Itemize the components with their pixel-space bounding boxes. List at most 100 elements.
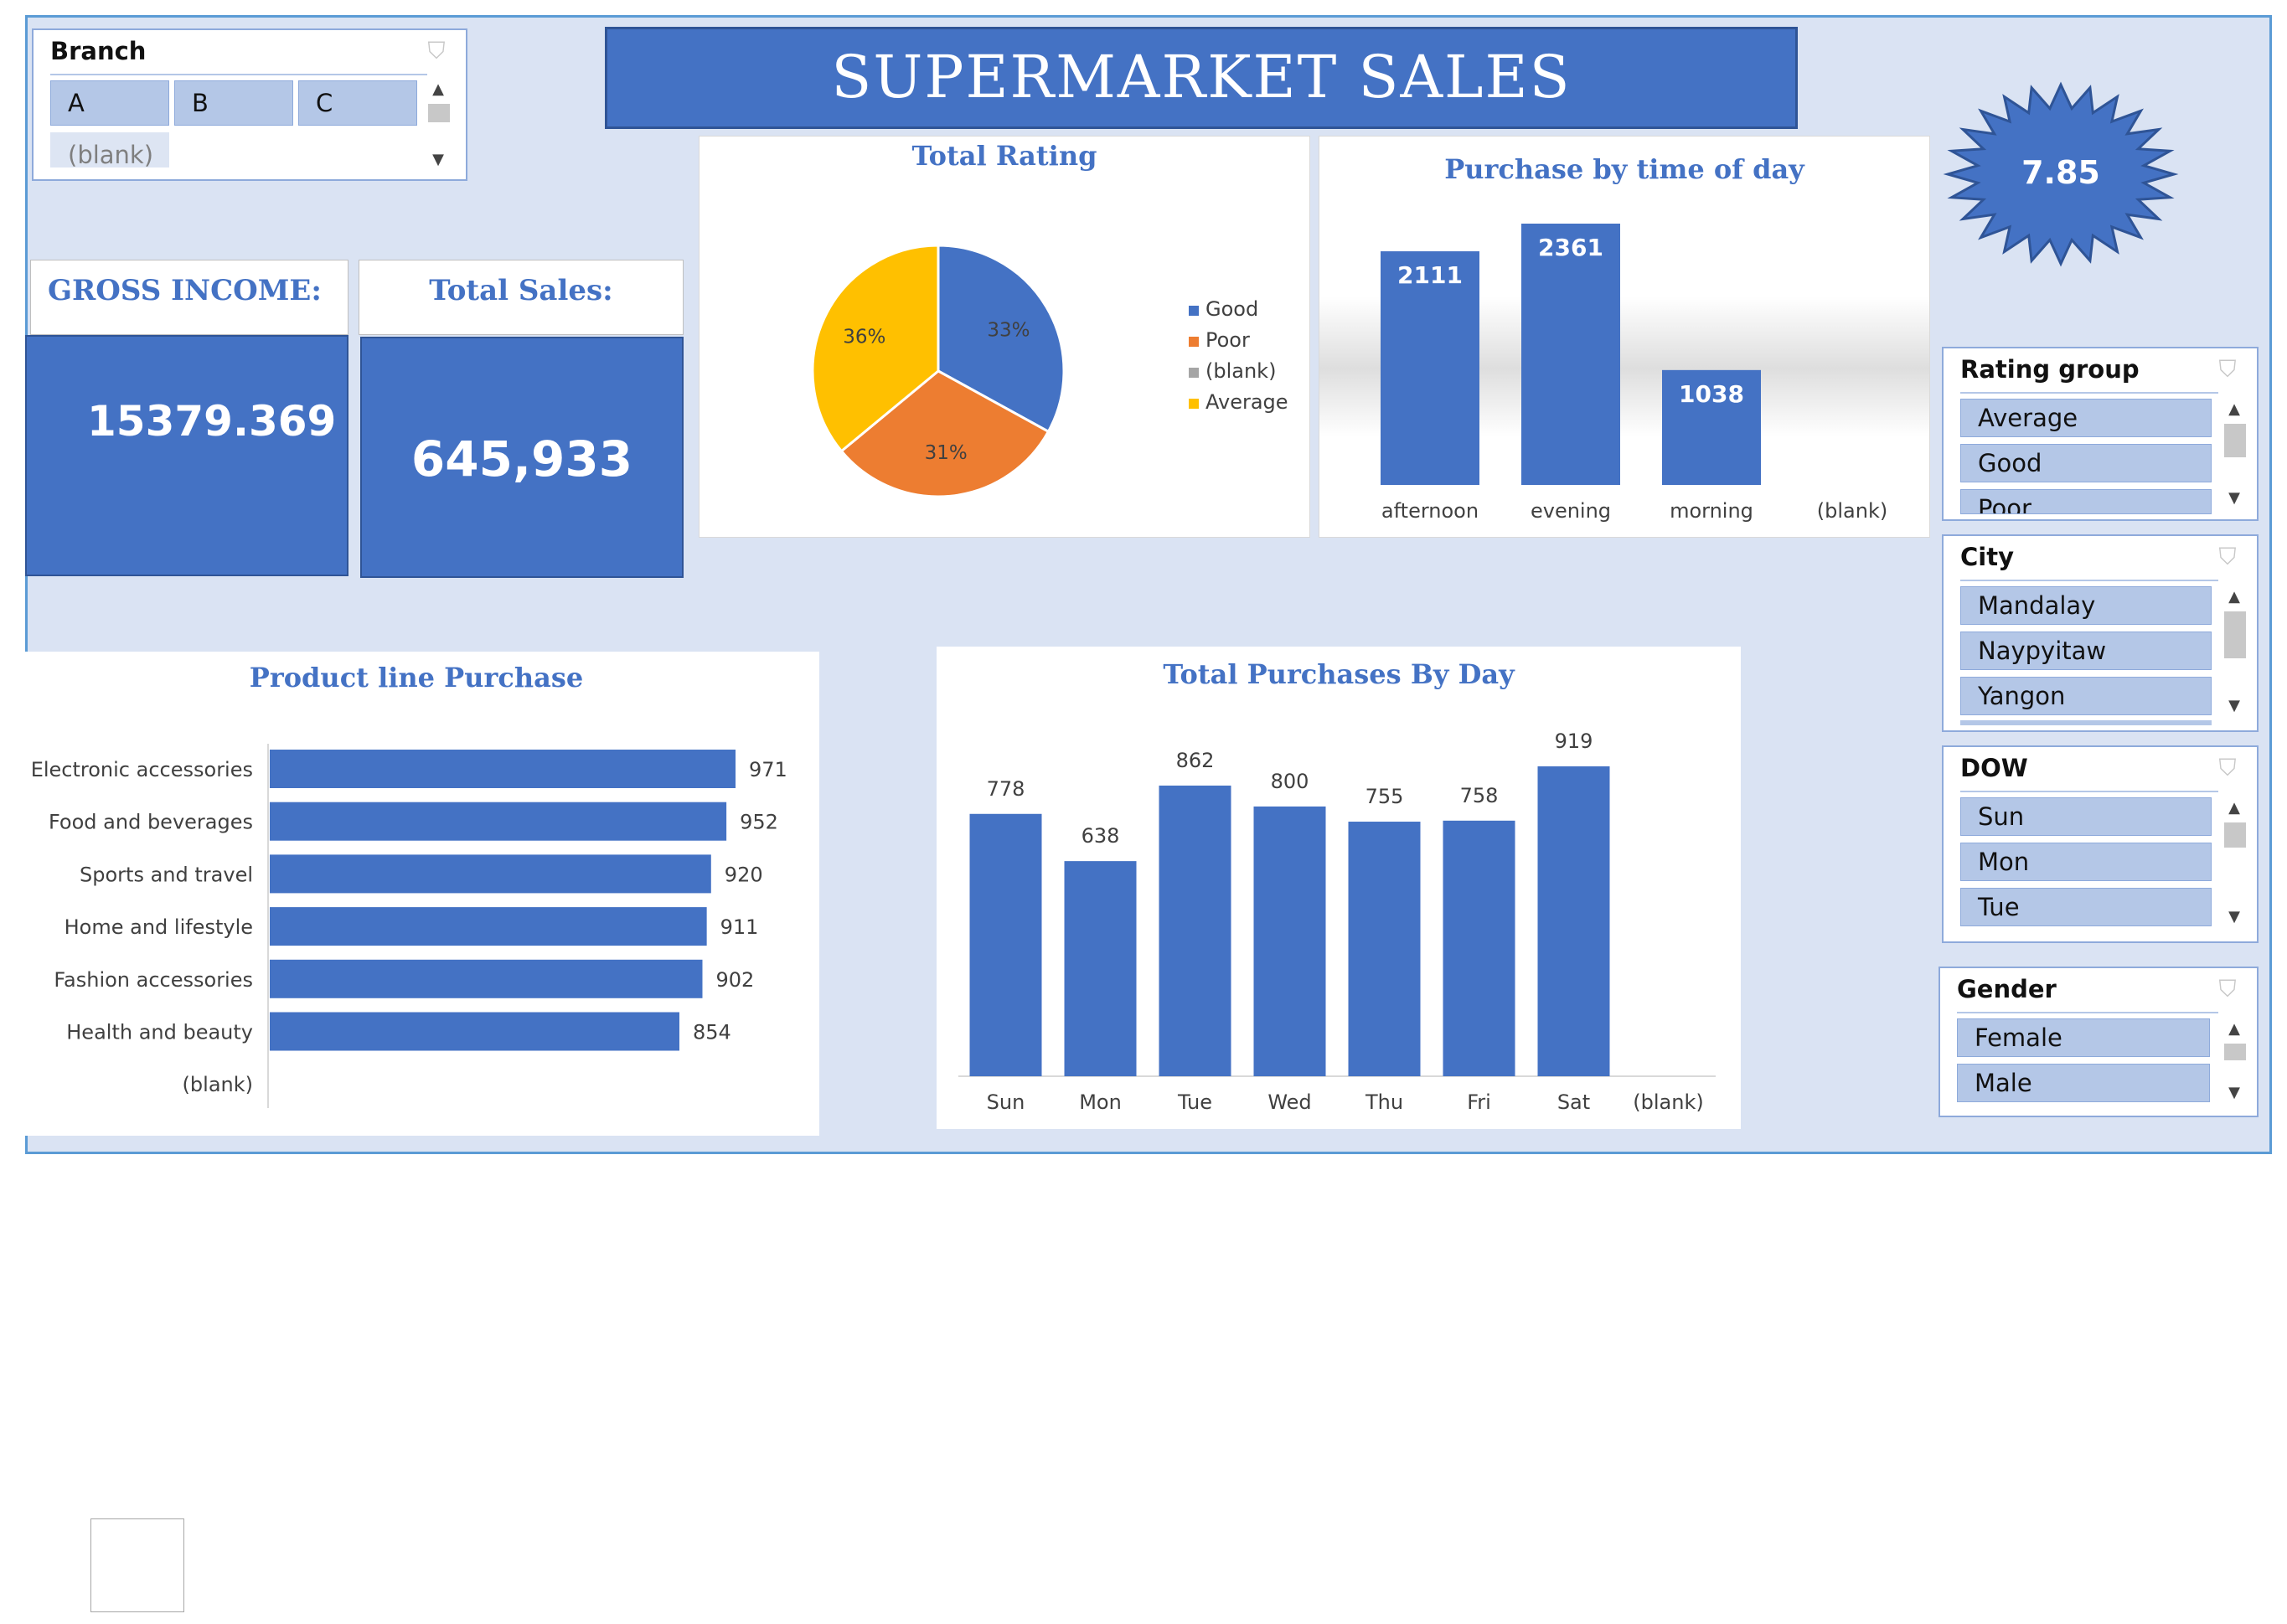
legend-swatch (1189, 399, 1199, 409)
category-label: Wed (1267, 1090, 1311, 1114)
bar (270, 1012, 680, 1051)
gross-income-label-card: GROSS INCOME: (30, 260, 348, 335)
total-sales-value: 645,933 (410, 430, 633, 487)
category-label: (blank) (1633, 1090, 1703, 1114)
data-label: 920 (725, 863, 763, 886)
bar (1348, 822, 1421, 1076)
slicer-item-sun[interactable]: Sun (1960, 797, 2212, 836)
scroll-down-icon[interactable]: ▼ (2222, 1082, 2247, 1104)
slicer-item-b[interactable]: B (174, 80, 293, 126)
bar (1253, 806, 1326, 1076)
legend-label: Poor (1205, 328, 1250, 352)
slicer-title: Branch (50, 37, 147, 65)
bar (270, 907, 707, 946)
category-label: Thu (1365, 1090, 1403, 1114)
slicer-title: Gender (1957, 975, 2057, 1003)
slicer-title: City (1960, 543, 2014, 571)
scroll-up-icon[interactable]: ▲ (426, 79, 451, 101)
total-sales-label: Total Sales: (429, 274, 613, 307)
data-label: 902 (715, 968, 754, 992)
legend-label: (blank) (1205, 359, 1276, 383)
slicer-item-mon[interactable]: Mon (1960, 843, 2212, 881)
data-label: 758 (1460, 784, 1499, 807)
slicer-title: DOW (1960, 754, 2028, 782)
legend-label: Good (1205, 297, 1258, 321)
slicer-item-poor[interactable]: Poor (1960, 489, 2212, 514)
data-label: 2361 (1538, 234, 1603, 261)
bar (969, 813, 1042, 1076)
data-label: 0 (1844, 455, 1860, 482)
pie-slice-label: 36% (843, 326, 885, 348)
total-rating-chart: Total Rating 33% 31% 36% Good Poor (blank) Ave… (699, 136, 1310, 538)
scroll-up-icon[interactable]: ▲ (2222, 586, 2247, 608)
clear-filter-icon[interactable]: ⛉ (2213, 543, 2242, 571)
scroll-down-icon[interactable]: ▼ (2222, 487, 2247, 509)
gender-slicer: Gender ⛉ Female Male ▲ ▼ (1939, 967, 2259, 1117)
slicer-item-a[interactable]: A (50, 80, 169, 126)
page-title: SUPERMARKET SALES (831, 43, 1572, 111)
category-label: Sun (987, 1090, 1025, 1114)
category-label: Tue (1177, 1090, 1212, 1114)
rating-group-slicer: Rating group ⛉ Average Good Poor ▲ ▼ (1942, 347, 2259, 521)
data-label: 800 (1271, 770, 1309, 793)
slicer-item-blank[interactable]: (blank) (50, 132, 169, 168)
clear-filter-icon[interactable]: ⛉ (2213, 975, 2242, 1003)
scroll-up-icon[interactable]: ▲ (2222, 797, 2247, 819)
bar (270, 959, 703, 998)
category-label: (blank) (1817, 499, 1887, 523)
data-label: 862 (1176, 749, 1215, 772)
category-label: evening (1531, 499, 1611, 523)
data-label: 971 (749, 758, 787, 781)
bar (270, 802, 727, 841)
gross-income-value: 15379.369 (87, 397, 337, 446)
category-label: Sat (1557, 1090, 1590, 1114)
category-label: afternoon (1381, 499, 1479, 523)
legend-swatch (1189, 306, 1199, 316)
category-label: Home and lifestyle (65, 915, 253, 939)
data-label: 2111 (1397, 261, 1463, 289)
slicer-item-c[interactable]: C (298, 80, 417, 126)
data-label: 755 (1365, 785, 1404, 808)
rating-badge-value: 7.85 (2021, 154, 2100, 191)
slicer-scrollbar[interactable]: ▲ ▼ (426, 79, 451, 173)
clear-filter-icon[interactable]: ⛉ (422, 37, 451, 65)
scroll-down-icon[interactable]: ▼ (426, 149, 451, 171)
slicer-item-good[interactable]: Good (1960, 444, 2212, 482)
category-label: Fri (1467, 1090, 1491, 1114)
slicer-item-mandalay[interactable]: Mandalay (1960, 586, 2212, 625)
category-label: morning (1670, 499, 1753, 523)
slicer-item-male[interactable]: Male (1957, 1064, 2210, 1102)
slicer-scrollbar[interactable]: ▲ ▼ (2222, 399, 2247, 516)
slicer-item-average[interactable]: Average (1960, 399, 2212, 437)
slicer-item-naypyitaw[interactable]: Naypyitaw (1960, 632, 2212, 670)
bar (270, 750, 736, 788)
bar (1064, 861, 1137, 1076)
slicer-item-tue[interactable]: Tue (1960, 888, 2212, 926)
scroll-down-icon[interactable]: ▼ (2222, 695, 2247, 717)
bar (1521, 224, 1620, 485)
time-of-day-chart: Purchase by time of day 2111 afternoon 236… (1319, 136, 1930, 538)
gross-income-card: 15379.369 (25, 335, 348, 576)
city-slicer: City ⛉ Mandalay Naypyitaw Yangon ▲ ▼ (1942, 534, 2259, 732)
slicer-item-female[interactable]: Female (1957, 1018, 2210, 1057)
scroll-down-icon[interactable]: ▼ (2222, 906, 2247, 928)
slicer-scrollbar[interactable]: ▲ ▼ (2222, 586, 2247, 720)
scroll-up-icon[interactable]: ▲ (2222, 399, 2247, 420)
category-label: Mon (1079, 1090, 1122, 1114)
category-label: (blank) (183, 1073, 253, 1096)
scroll-up-icon[interactable]: ▲ (2222, 1018, 2247, 1040)
clear-filter-icon[interactable]: ⛉ (2213, 355, 2242, 384)
slicer-scrollbar[interactable]: ▲ ▼ (2222, 797, 2247, 931)
pie-slice-label: 31% (925, 442, 968, 464)
data-label: 778 (987, 777, 1025, 801)
bar (1159, 785, 1231, 1076)
data-label: 638 (1082, 824, 1120, 848)
pie-chart: 33% 31% 36% Good Poor (blank) Average (811, 244, 1288, 498)
legend-swatch (1189, 368, 1199, 378)
purchases-by-day-chart: Total Purchases By Day 778 Sun 638 Mon 862 Tu… (937, 647, 1741, 1129)
slicer-item-yangon[interactable]: Yangon (1960, 677, 2212, 715)
slicer-title: Rating group (1960, 355, 2140, 384)
category-label: Food and beverages (49, 811, 253, 834)
clear-filter-icon[interactable]: ⛉ (2213, 754, 2242, 782)
slicer-scrollbar[interactable]: ▲ ▼ (2222, 1018, 2247, 1106)
